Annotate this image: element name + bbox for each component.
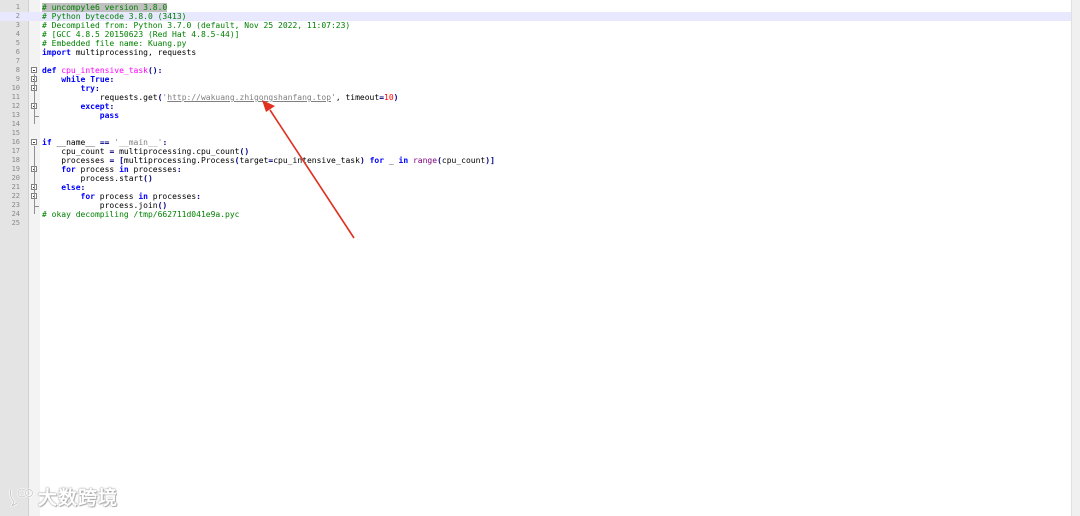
wechat-bubble-logo-icon xyxy=(9,488,34,507)
red-arrow-annotation xyxy=(262,100,355,239)
watermark: 大数跨境 xyxy=(8,483,118,509)
arrow-head xyxy=(262,100,275,112)
watermark-text: 大数跨境 xyxy=(38,486,119,509)
arrow-shaft xyxy=(269,109,355,239)
